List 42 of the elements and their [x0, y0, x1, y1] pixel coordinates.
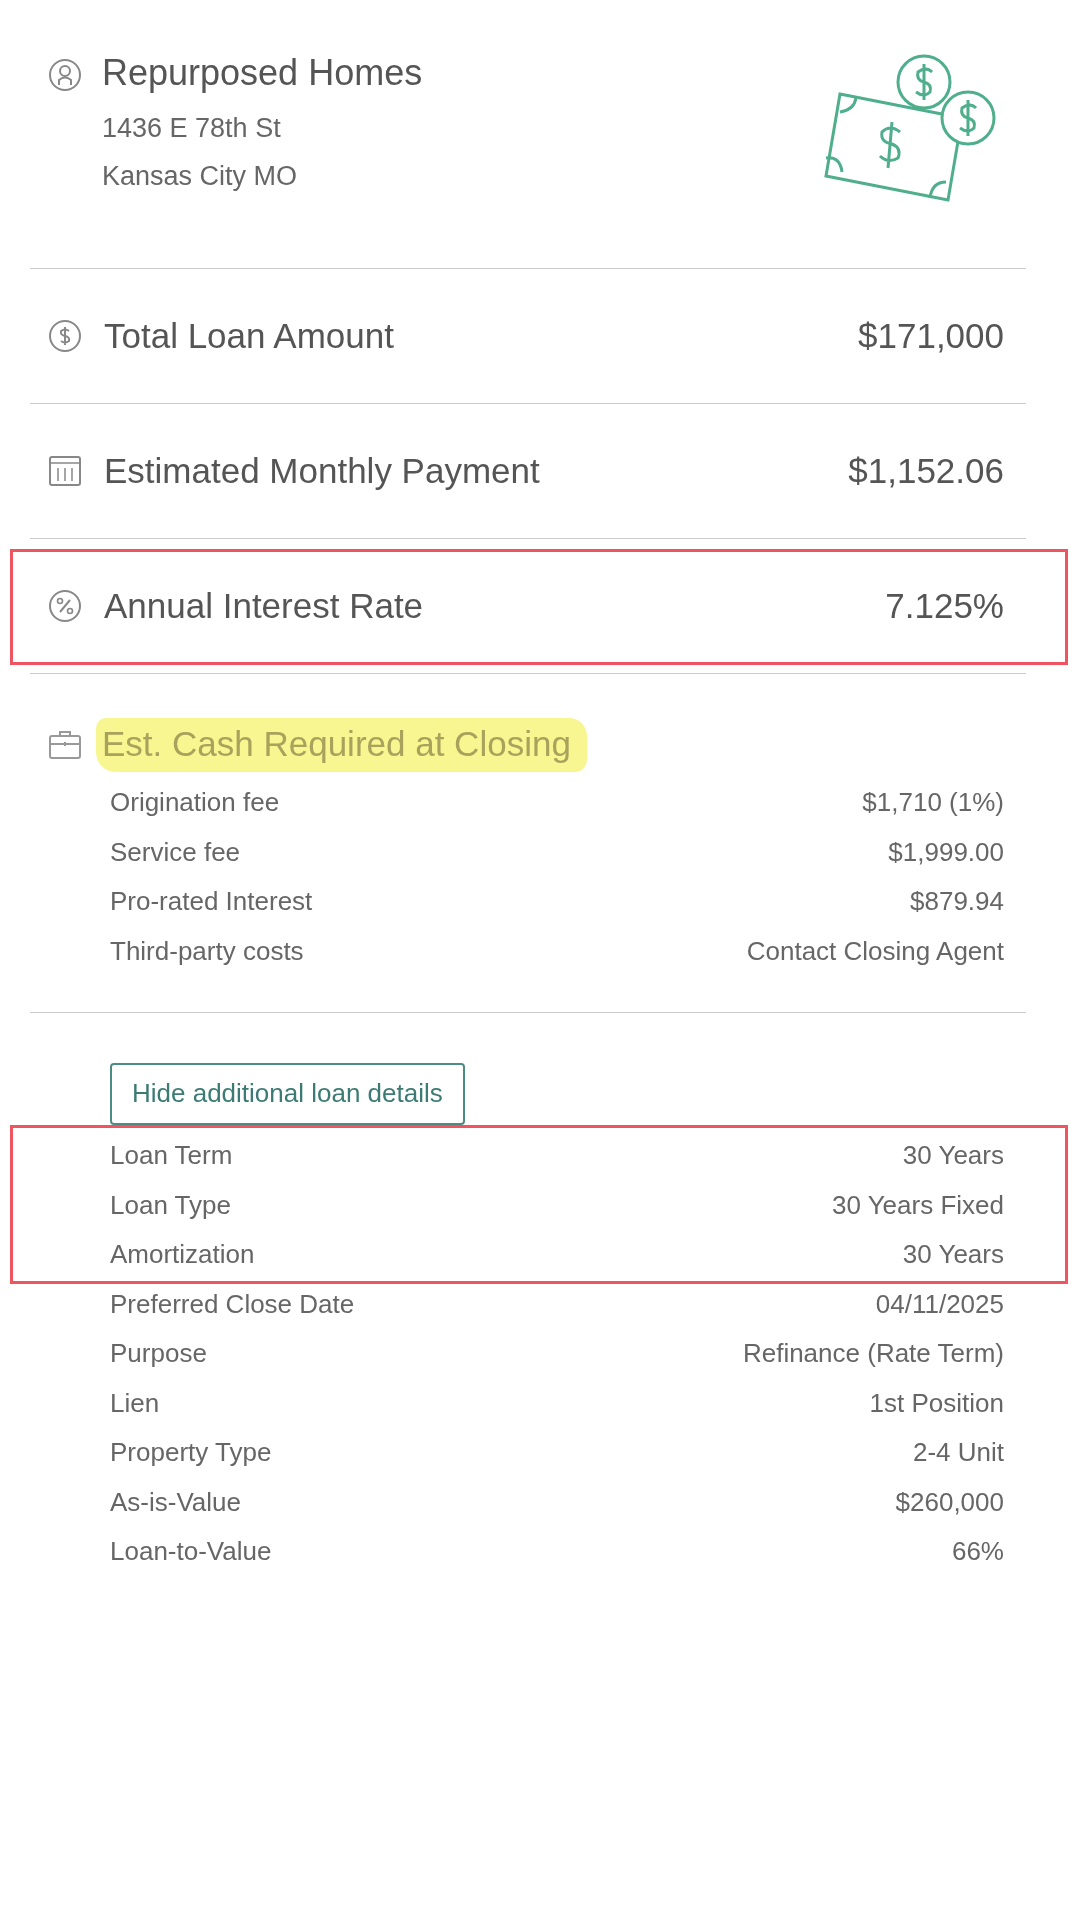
calendar-icon	[48, 454, 82, 488]
dollar-icon	[48, 319, 82, 353]
address-line: Kansas City MO	[102, 160, 299, 193]
person-icon	[48, 58, 82, 92]
detail-value: 04/11/2025	[875, 1288, 1004, 1320]
fee-label: Service fee	[110, 836, 241, 868]
detail-value: Refinance (Rate Term)	[742, 1338, 1004, 1370]
detail-label: Lien	[110, 1387, 160, 1419]
detail-label: Loan-to-Value	[110, 1536, 272, 1568]
detail-value: 30 Years	[902, 1239, 1004, 1271]
section-title: Est. Cash Required at Closing	[96, 718, 587, 772]
fee-label: Pro-rated Interest	[110, 886, 313, 918]
detail-label: As-is-Value	[110, 1486, 241, 1518]
fee-label: Third-party costs	[110, 935, 304, 967]
fee-value: $1,999.00	[888, 836, 1004, 868]
detail-label: Loan Type	[110, 1189, 231, 1221]
detail-value: 30 Years	[902, 1140, 1004, 1172]
summary-value: $171,000	[858, 316, 1004, 356]
detail-value: 30 Years Fixed	[832, 1189, 1004, 1221]
detail-label: Loan Term	[110, 1140, 233, 1172]
hide-details-button[interactable]: Hide additional loan details	[110, 1063, 465, 1125]
summary-label: Estimated Monthly Payment	[104, 451, 541, 491]
fee-value: Contact Closing Agent	[746, 935, 1004, 967]
detail-value: 2-4 Unit	[912, 1437, 1004, 1469]
fee-label: Origination fee	[110, 787, 280, 819]
detail-value: 1st Position	[869, 1387, 1004, 1419]
briefcase-icon	[48, 728, 82, 762]
detail-value: 66%	[951, 1536, 1004, 1568]
detail-label: Purpose	[110, 1338, 207, 1370]
summary-label: Annual Interest Rate	[104, 586, 425, 626]
summary-value: 7.125%	[885, 586, 1004, 626]
detail-label: Preferred Close Date	[110, 1288, 355, 1320]
detail-label: Property Type	[110, 1437, 272, 1469]
percent-icon	[48, 589, 82, 623]
company-name: Repurposed Homes	[102, 52, 423, 94]
summary-value: $1,152.06	[848, 451, 1004, 491]
fee-value: $879.94	[910, 886, 1004, 918]
address-line: 1436 E 78th St	[102, 112, 282, 145]
detail-label: Amortization	[110, 1239, 255, 1271]
summary-label: Total Loan Amount	[104, 316, 395, 356]
fee-value: $1,710 (1%)	[862, 787, 1004, 819]
detail-value: $260,000	[895, 1486, 1004, 1518]
